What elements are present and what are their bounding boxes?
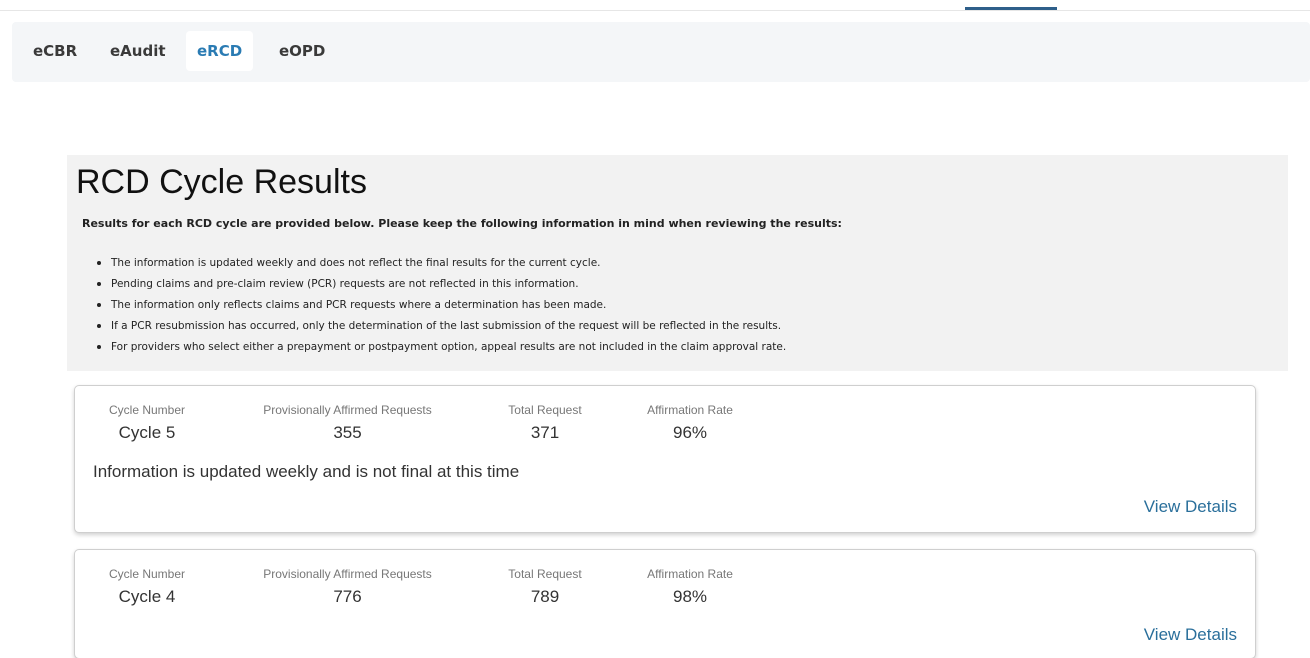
active-nav-indicator xyxy=(965,7,1057,10)
product-tab-bar: eCBR eAudit eRCD eOPD xyxy=(12,22,1310,82)
list-item: The information only reflects claims and… xyxy=(97,295,786,316)
affirmed-requests-value: 355 xyxy=(333,423,362,442)
total-request-stat: Total Request 371 xyxy=(495,403,595,443)
list-item: The information is updated weekly and do… xyxy=(97,253,786,274)
cycle-number-value: Cycle 5 xyxy=(118,423,176,442)
total-request-value: 789 xyxy=(530,587,560,606)
tab-ecbr[interactable]: eCBR xyxy=(22,31,88,71)
affirmed-requests-stat: Provisionally Affirmed Requests 355 xyxy=(245,403,450,443)
cycle-number-label: Cycle Number xyxy=(108,403,186,417)
list-item: For providers who select either a prepay… xyxy=(97,337,786,358)
cycle-number-stat: Cycle Number Cycle 5 xyxy=(97,403,197,443)
cycle-card: Cycle Number Cycle 4 Provisionally Affir… xyxy=(74,549,1256,658)
view-details-link[interactable]: View Details xyxy=(1144,497,1237,517)
cycle-note: Information is updated weekly and is not… xyxy=(93,462,520,481)
total-request-stat: Total Request 789 xyxy=(495,567,595,607)
affirmation-rate-label: Affirmation Rate xyxy=(647,567,733,581)
results-notes-list: The information is updated weekly and do… xyxy=(97,253,786,358)
total-request-label: Total Request xyxy=(508,403,582,417)
view-details-link[interactable]: View Details xyxy=(1144,625,1237,645)
affirmed-requests-value: 776 xyxy=(333,587,362,606)
list-item: If a PCR resubmission has occurred, only… xyxy=(97,316,786,337)
list-item: Pending claims and pre-claim review (PCR… xyxy=(97,274,786,295)
cycle-number-stat: Cycle Number Cycle 4 xyxy=(97,567,197,607)
affirmation-rate-value: 98% xyxy=(672,587,708,606)
results-info-section: RCD Cycle Results Results for each RCD c… xyxy=(67,155,1288,371)
total-request-label: Total Request xyxy=(508,567,582,581)
affirmed-requests-stat: Provisionally Affirmed Requests 776 xyxy=(245,567,450,607)
top-divider xyxy=(0,10,1310,11)
cycle-number-value: Cycle 4 xyxy=(118,587,176,606)
page-title: RCD Cycle Results xyxy=(76,163,367,201)
tab-ercd[interactable]: eRCD xyxy=(186,31,254,71)
tab-eaudit[interactable]: eAudit xyxy=(99,31,177,71)
results-intro: Results for each RCD cycle are provided … xyxy=(82,217,842,230)
affirmation-rate-stat: Affirmation Rate 98% xyxy=(640,567,740,607)
affirmation-rate-value: 96% xyxy=(672,423,708,442)
cycle-card: Cycle Number Cycle 5 Provisionally Affir… xyxy=(74,385,1256,533)
total-request-value: 371 xyxy=(530,423,560,442)
affirmed-requests-label: Provisionally Affirmed Requests xyxy=(263,403,432,417)
affirmation-rate-label: Affirmation Rate xyxy=(647,403,733,417)
affirmed-requests-label: Provisionally Affirmed Requests xyxy=(263,567,432,581)
affirmation-rate-stat: Affirmation Rate 96% xyxy=(640,403,740,443)
cycle-number-label: Cycle Number xyxy=(108,567,186,581)
tab-eopd[interactable]: eOPD xyxy=(268,31,336,71)
